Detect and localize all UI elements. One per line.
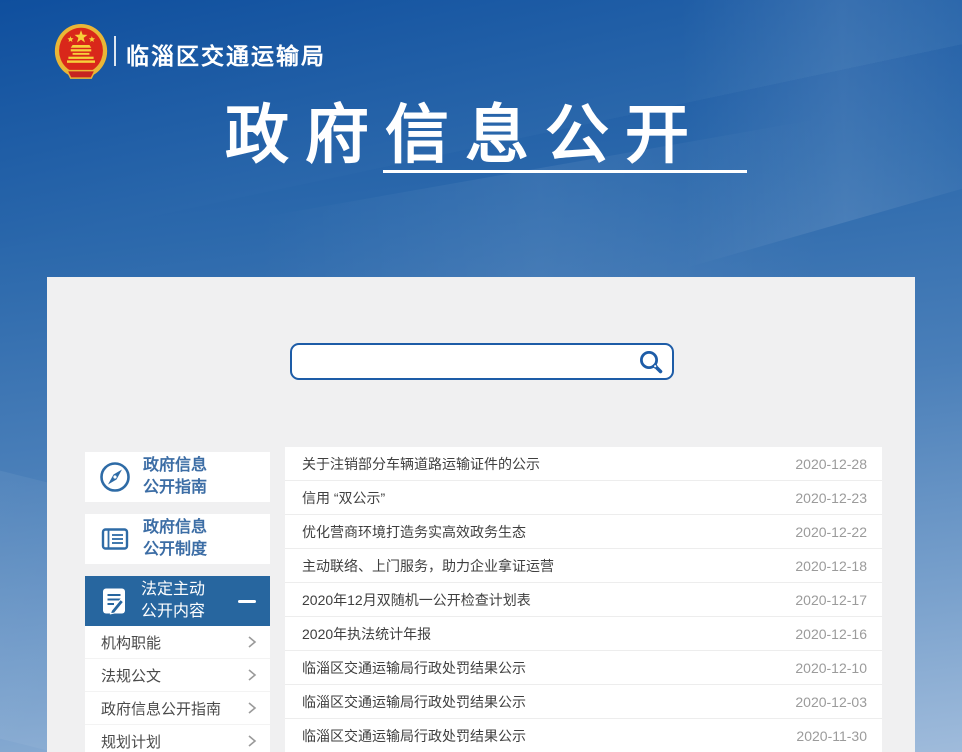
search-box [290, 343, 674, 380]
news-date: 2020-12-17 [795, 592, 867, 608]
title-underline [383, 170, 747, 173]
submenu-item-label: 法规公文 [101, 665, 161, 686]
clipboard-pen-icon [97, 584, 131, 618]
sidebar-item-label: 政府信息 公开指南 [143, 455, 207, 498]
news-title: 关于注销部分车辆道路运输证件的公示 [302, 454, 540, 474]
news-date: 2020-12-18 [795, 558, 867, 574]
news-list-item[interactable]: 信用 “双公示” 2020-12-23 [285, 481, 882, 515]
submenu-item-label: 规划计划 [101, 731, 161, 752]
news-title: 主动联络、上门服务，助力企业拿证运营 [302, 556, 554, 576]
news-list-item[interactable]: 2020年执法统计年报 2020-12-16 [285, 617, 882, 651]
news-title: 信用 “双公示” [302, 488, 385, 508]
sidebar-submenu: 机构职能 法规公文 政府信息公开指南 [85, 626, 270, 752]
page: 临淄区交通运输局 政府信息公开 [0, 0, 962, 752]
news-list-item[interactable]: 临淄区交通运输局行政处罚结果公示 2020-12-10 [285, 651, 882, 685]
submenu-item-disclosure-guide[interactable]: 政府信息公开指南 [85, 692, 270, 725]
news-title: 优化营商环境打造务实高效政务生态 [302, 522, 526, 542]
news-date: 2020-12-16 [795, 626, 867, 642]
search-button[interactable] [630, 345, 672, 378]
news-date: 2020-12-28 [795, 456, 867, 472]
chevron-right-icon [247, 668, 257, 682]
sidebar-item-statutory-disclosure[interactable]: 法定主动 公开内容 [85, 576, 270, 626]
news-list-item[interactable]: 优化营商环境打造务实高效政务生态 2020-12-22 [285, 515, 882, 549]
news-title: 2020年12月双随机一公开检查计划表 [302, 590, 531, 610]
news-date: 2020-12-23 [795, 490, 867, 506]
submenu-item-label: 政府信息公开指南 [101, 698, 221, 719]
news-date: 2020-12-22 [795, 524, 867, 540]
sidebar-item-gov-info-guide[interactable]: 政府信息 公开指南 [85, 452, 270, 502]
news-title: 临淄区交通运输局行政处罚结果公示 [302, 726, 526, 746]
submenu-item-plans[interactable]: 规划计划 [85, 725, 270, 752]
site-name: 临淄区交通运输局 [126, 37, 326, 71]
news-list-item[interactable]: 临淄区交通运输局行政处罚结果公示 2020-12-03 [285, 685, 882, 719]
search-icon [638, 349, 664, 375]
news-list-item[interactable]: 主动联络、上门服务，助力企业拿证运营 2020-12-18 [285, 549, 882, 583]
sidebar-item-gov-info-rules[interactable]: 政府信息 公开制度 [85, 514, 270, 564]
news-date: 2020-11-30 [796, 728, 867, 744]
news-title: 临淄区交通运输局行政处罚结果公示 [302, 658, 526, 678]
submenu-item-org-functions[interactable]: 机构职能 [85, 626, 270, 659]
submenu-item-laws-documents[interactable]: 法规公文 [85, 659, 270, 692]
chevron-right-icon [247, 734, 257, 748]
news-list-item[interactable]: 关于注销部分车辆道路运输证件的公示 2020-12-28 [285, 447, 882, 481]
news-title: 2020年执法统计年报 [302, 624, 431, 644]
submenu-item-label: 机构职能 [101, 632, 161, 653]
header-divider [114, 36, 116, 66]
news-list: 关于注销部分车辆道路运输证件的公示 2020-12-28 信用 “双公示” 20… [285, 447, 882, 752]
sidebar-item-label: 政府信息 公开制度 [143, 517, 207, 560]
sidebar-item-label: 法定主动 公开内容 [141, 579, 205, 622]
page-title: 政府信息公开 [0, 84, 930, 176]
rules-book-icon [97, 521, 133, 557]
news-date: 2020-12-03 [795, 694, 867, 710]
news-title: 临淄区交通运输局行政处罚结果公示 [302, 692, 526, 712]
chevron-right-icon [247, 635, 257, 649]
content-panel: 政府信息 公开指南 政府信息 公开制度 [47, 277, 915, 752]
sidebar: 政府信息 公开指南 政府信息 公开制度 [85, 452, 270, 752]
chevron-right-icon [247, 701, 257, 715]
news-list-item[interactable]: 临淄区交通运输局行政处罚结果公示 2020-11-30 [285, 719, 882, 752]
compass-icon [97, 459, 133, 495]
collapse-minus-icon[interactable] [238, 600, 256, 603]
national-emblem-icon [53, 22, 109, 82]
news-date: 2020-12-10 [795, 660, 867, 676]
news-list-item[interactable]: 2020年12月双随机一公开检查计划表 2020-12-17 [285, 583, 882, 617]
search-input[interactable] [292, 345, 630, 378]
